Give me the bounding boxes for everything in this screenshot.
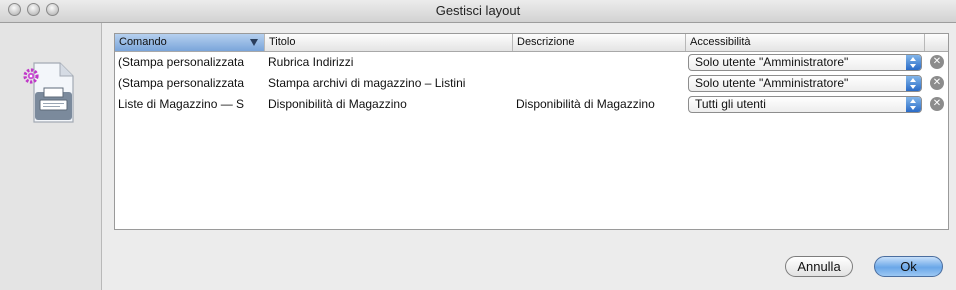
ok-button[interactable]: Ok bbox=[874, 256, 943, 277]
table-header: Comando Titolo Descrizione Accessibilità bbox=[115, 34, 948, 52]
accessibility-popup[interactable]: Solo utente "Amministratore" bbox=[688, 54, 922, 71]
cell-comando: (Stampa personalizzata bbox=[118, 76, 245, 90]
remove-circle-icon[interactable]: ✕ bbox=[930, 55, 944, 69]
window-title: Gestisci layout bbox=[435, 3, 521, 18]
column-header-comando[interactable]: Comando bbox=[115, 34, 265, 51]
sort-descending-icon bbox=[250, 39, 258, 46]
title-bar: Gestisci layout bbox=[0, 0, 956, 23]
popup-arrows-icon bbox=[906, 55, 921, 70]
table-row[interactable]: (Stampa personalizzata Stampa archivi di… bbox=[115, 73, 948, 94]
layouts-table: Comando Titolo Descrizione Accessibilità… bbox=[114, 33, 949, 230]
popup-arrows-icon bbox=[906, 76, 921, 91]
accessibility-popup[interactable]: Solo utente "Amministratore" bbox=[688, 75, 922, 92]
remove-circle-icon[interactable]: ✕ bbox=[930, 97, 944, 111]
table-row[interactable]: (Stampa personalizzata Rubrica Indirizzi… bbox=[115, 52, 948, 73]
cell-titolo: Stampa archivi di magazzino – Listini bbox=[268, 76, 466, 90]
column-header-titolo[interactable]: Titolo bbox=[265, 34, 513, 51]
cell-comando: (Stampa personalizzata bbox=[118, 55, 245, 69]
accessibility-popup[interactable]: Tutti gli utenti bbox=[688, 96, 922, 113]
cell-titolo: Rubrica Indirizzi bbox=[268, 55, 354, 69]
column-header-accessibilita[interactable]: Accessibilità bbox=[686, 34, 925, 51]
remove-circle-icon[interactable]: ✕ bbox=[930, 76, 944, 90]
cell-titolo: Disponibilità di Magazzino bbox=[268, 97, 407, 111]
cell-comando: Liste di Magazzino — S bbox=[118, 97, 245, 111]
cell-descrizione bbox=[513, 52, 686, 73]
table-row[interactable]: Liste di Magazzino — S Disponibilità di … bbox=[115, 94, 948, 115]
cancel-button[interactable]: Annulla bbox=[785, 256, 853, 277]
cell-descrizione: Disponibilità di Magazzino bbox=[516, 97, 655, 111]
column-header-descrizione[interactable]: Descrizione bbox=[513, 34, 686, 51]
document-print-gear-icon bbox=[21, 60, 81, 126]
sidebar bbox=[0, 23, 102, 290]
cell-descrizione bbox=[513, 73, 686, 94]
popup-arrows-icon bbox=[906, 97, 921, 112]
